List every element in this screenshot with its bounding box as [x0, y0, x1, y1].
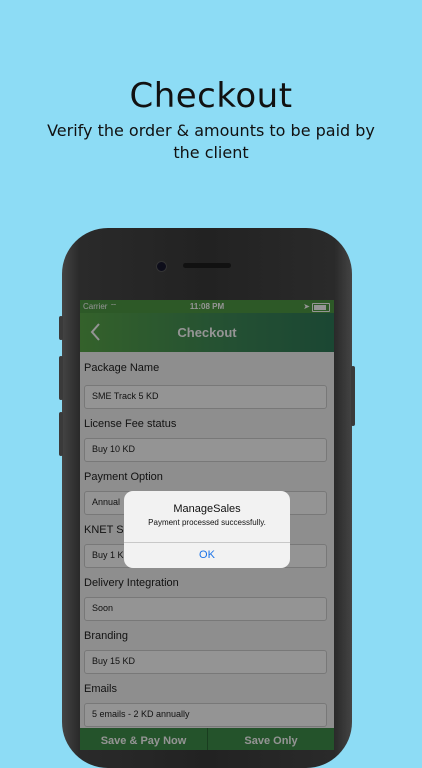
ok-button[interactable]: OK	[124, 543, 290, 568]
phone-volume-up	[59, 356, 63, 400]
promo-headline: Checkout	[129, 76, 293, 116]
phone-screen: Carrier ⌔ 11:08 PM ➤ Checkout Package Na…	[80, 300, 334, 750]
phone-side-button	[59, 316, 63, 340]
phone-volume-down	[59, 412, 63, 456]
earpiece-speaker	[183, 263, 231, 268]
alert-message: Payment processed successfully.	[148, 518, 266, 527]
promo-subline: Verify the order & amounts to be paid by…	[47, 121, 375, 162]
alert-title: ManageSales	[173, 503, 241, 515]
phone-power-button	[351, 366, 355, 426]
alert-dialog: ManageSales Payment processed successful…	[124, 491, 290, 568]
front-camera	[156, 261, 167, 272]
